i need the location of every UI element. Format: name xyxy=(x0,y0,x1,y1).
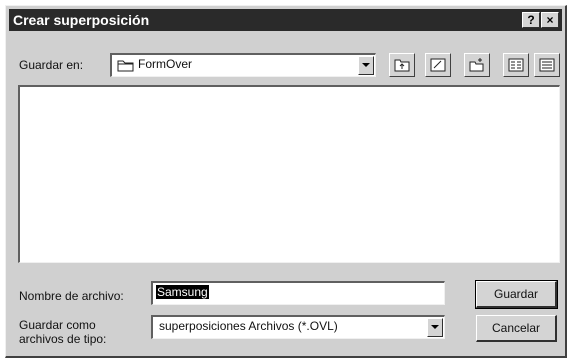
filename-input[interactable]: Samsung xyxy=(151,281,445,305)
new-folder-button[interactable] xyxy=(464,53,490,77)
file-list[interactable] xyxy=(18,85,560,263)
filetype-dropdown-button[interactable] xyxy=(427,318,443,337)
filetype-label-line1: Guardar como xyxy=(19,318,96,332)
filename-value: Samsung xyxy=(156,285,209,299)
filename-label: Nombre de archivo: xyxy=(19,289,124,303)
folder-icon xyxy=(117,59,135,77)
desktop-icon xyxy=(430,58,446,77)
up-one-level-icon xyxy=(394,58,410,77)
save-dialog: Crear superposición ? × Guardar en: Form… xyxy=(5,5,567,358)
list-view-button[interactable] xyxy=(503,53,529,77)
save-in-value: FormOver xyxy=(138,57,192,71)
details-view-icon xyxy=(539,58,555,77)
save-in-dropdown-button[interactable] xyxy=(358,56,374,75)
up-one-level-button[interactable] xyxy=(389,53,415,77)
save-in-label: Guardar en: xyxy=(19,58,84,72)
filetype-label-line2: archivos de tipo: xyxy=(19,332,107,346)
save-button[interactable]: Guardar xyxy=(475,280,558,309)
help-button[interactable]: ? xyxy=(522,12,540,28)
save-in-combo[interactable]: FormOver xyxy=(110,53,376,77)
filetype-combo[interactable]: superposiciones Archivos (*.OVL) xyxy=(151,315,445,339)
title-bar[interactable]: Crear superposición ? × xyxy=(9,9,562,31)
close-button[interactable]: × xyxy=(541,12,559,28)
list-view-icon xyxy=(508,58,524,77)
cancel-button[interactable]: Cancelar xyxy=(476,315,557,342)
new-folder-icon xyxy=(469,58,485,77)
filetype-value: superposiciones Archivos (*.OVL) xyxy=(159,319,338,333)
dialog-title: Crear superposición xyxy=(13,12,150,28)
details-view-button[interactable] xyxy=(534,53,560,77)
desktop-button[interactable] xyxy=(425,53,451,77)
